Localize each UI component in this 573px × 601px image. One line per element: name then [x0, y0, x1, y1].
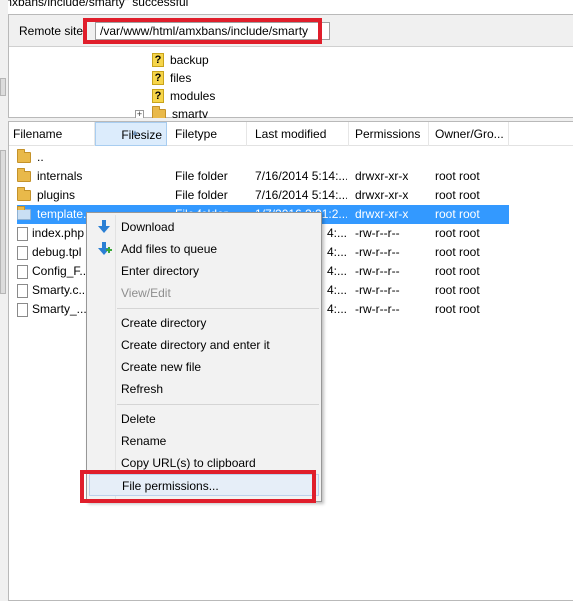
row-filename: .. [37, 150, 44, 164]
download-arrow-icon [98, 220, 110, 233]
row-permissions: -rw-r--r-- [355, 283, 400, 297]
row-filename: Config_F... [32, 264, 90, 278]
tree-item-backup[interactable]: ? backup [152, 51, 209, 69]
tree-item-label: backup [170, 53, 209, 67]
row-filename: template... [37, 207, 94, 221]
menu-separator [117, 404, 319, 405]
column-filetype[interactable]: Filetype [167, 122, 247, 146]
menu-item-create-directory-enter[interactable]: Create directory and enter it [89, 334, 319, 356]
row-filename: Smarty.c... [32, 283, 89, 297]
row-filename: plugins [37, 188, 76, 202]
row-filename: debug.tpl [32, 245, 82, 259]
row-permissions: drwxr-xr-x [355, 188, 409, 202]
tree-item-label: modules [170, 89, 216, 103]
row-modified: 4:... [327, 283, 348, 297]
row-modified: 4:... [327, 264, 348, 278]
highlight-remote-path [83, 18, 322, 44]
row-owner: root root [435, 245, 480, 259]
column-permissions[interactable]: Permissions [349, 122, 429, 146]
row-modified: 4:... [327, 302, 348, 316]
tree-item-modules[interactable]: ? modules [152, 87, 215, 105]
left-pane-edge [0, 0, 8, 601]
row-permissions: -rw-r--r-- [355, 264, 400, 278]
menu-separator [117, 308, 319, 309]
question-icon: ? [152, 89, 164, 103]
row-modified: 4:... [327, 245, 348, 259]
row-permissions: -rw-r--r-- [355, 302, 400, 316]
folder-icon [17, 206, 31, 220]
context-menu: Download Add files to queue Enter direct… [86, 212, 322, 502]
row-owner: root root [435, 188, 480, 202]
list-header: Filename ▲ Filesize Filetype Last modifi… [9, 122, 573, 146]
menu-item-rename[interactable]: Rename [89, 430, 319, 452]
column-last-modified[interactable]: Last modified [247, 122, 349, 146]
file-icon [17, 283, 28, 298]
table-row[interactable]: .. [9, 148, 573, 167]
column-filename[interactable]: Filename [9, 122, 95, 146]
row-owner: root root [435, 264, 480, 278]
column-owner-group[interactable]: Owner/Gro... [429, 122, 509, 146]
status-message: mxbans/include/smarty" successful [2, 0, 189, 9]
table-row[interactable]: plugins File folder 7/16/2014 5:14:... d… [9, 186, 573, 205]
column-filesize-label: Filesize [121, 128, 162, 142]
question-icon: ? [152, 53, 164, 67]
row-permissions: -rw-r--r-- [355, 226, 400, 240]
menu-item-label: Download [121, 220, 175, 234]
row-filename: internals [37, 169, 83, 183]
row-permissions: -rw-r--r-- [355, 245, 400, 259]
sort-arrow-icon: ▲ [131, 128, 139, 137]
row-filetype: File folder [175, 188, 228, 202]
column-filesize[interactable]: ▲ Filesize [95, 122, 167, 146]
menu-item-refresh[interactable]: Refresh [89, 378, 319, 400]
menu-item-create-directory[interactable]: Create directory [89, 312, 319, 334]
tree-item-label: files [170, 71, 192, 85]
row-owner: root root [435, 283, 480, 297]
file-icon [17, 226, 28, 241]
row-owner: root root [435, 226, 480, 240]
row-owner: root root [435, 302, 480, 316]
table-row[interactable]: internals File folder 7/16/2014 5:14:...… [9, 167, 573, 186]
row-permissions: drwxr-xr-x [355, 169, 409, 183]
menu-item-label: Add files to queue [121, 242, 218, 256]
highlight-file-permissions [80, 470, 316, 503]
file-icon [17, 245, 28, 260]
row-modified: 7/16/2014 5:14:... [255, 169, 347, 183]
menu-item-create-new-file[interactable]: Create new file [89, 356, 319, 378]
menu-item-enter-directory[interactable]: Enter directory [89, 260, 319, 282]
remote-site-label: Remote site: [19, 24, 87, 38]
row-filetype: File folder [175, 169, 228, 183]
tree-item-files[interactable]: ? files [152, 69, 191, 87]
file-icon [17, 264, 28, 279]
row-filename: Smarty_... [32, 302, 87, 316]
row-permissions: drwxr-xr-x [355, 207, 409, 221]
row-filename: index.php [32, 226, 85, 240]
add-to-queue-icon [98, 242, 112, 255]
menu-item-view-edit: View/Edit [121, 286, 171, 300]
pane-scroll-thumb[interactable] [0, 150, 6, 294]
folder-icon [17, 149, 31, 163]
menu-item-download[interactable]: Download [89, 216, 319, 238]
menu-item-delete[interactable]: Delete [89, 408, 319, 430]
question-icon: ? [152, 71, 164, 85]
file-icon [17, 302, 28, 317]
row-modified: 7/16/2014 5:14:... [255, 188, 347, 202]
row-modified: 4:... [327, 226, 348, 240]
row-owner: root root [435, 207, 480, 221]
folder-icon [17, 187, 31, 201]
folder-icon [17, 168, 31, 182]
pane-scroll-notch[interactable] [0, 78, 6, 96]
menu-item-add-to-queue[interactable]: Add files to queue [89, 238, 319, 260]
row-owner: root root [435, 169, 480, 183]
